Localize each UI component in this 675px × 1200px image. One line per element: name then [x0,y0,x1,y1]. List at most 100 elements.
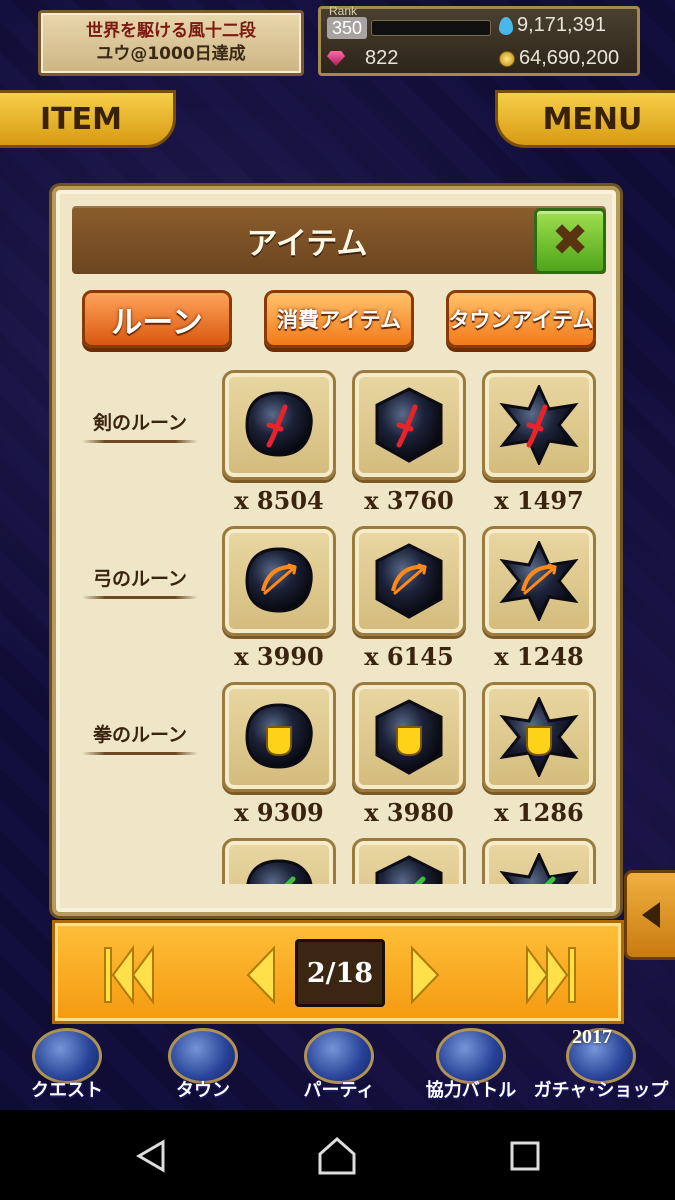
rune-item[interactable]: x 3980 [352,682,466,838]
prev-page-button[interactable] [241,943,281,1007]
item-button[interactable]: ITEM [0,90,176,148]
rune-item[interactable]: x 3760 [352,370,466,526]
side-panel-toggle[interactable] [624,870,675,960]
row-label-underline [82,752,198,755]
rune-quantity: x 1286 [494,798,584,827]
rune-item-frame [352,682,466,792]
nav-town-label: タウン [176,1080,230,1101]
rank-label: Rank [329,4,358,18]
dialog-header: アイテム [72,206,606,274]
menu-button[interactable]: MENU [495,90,675,148]
last-page-button[interactable] [521,943,581,1007]
rune-item[interactable] [352,838,466,884]
nav-coop-battle-label: 協力バトル [425,1080,517,1101]
rank-exp-bar [371,20,491,36]
rune-quantity: x 9309 [234,798,324,827]
next-page-icon [411,945,440,1005]
rune-item[interactable]: x 3990 [222,526,336,682]
nav-gacha-shop-label: ガチャ･ショップ [533,1080,669,1101]
page-indicator: 2/18 [295,939,385,1007]
fist-rune-icon [499,697,579,777]
resource-panel: Rank 350 9,171,391 822 64,690,200 [318,4,640,76]
rune-item-frame [222,526,336,636]
rune-item-frame [222,682,336,792]
close-button[interactable]: ✖ [534,208,606,274]
arrow-left-icon [642,902,660,928]
rune-row: 拳のルーン x 9309 x 3980 x 1286 [72,682,606,838]
bow-rune-icon [499,541,579,621]
recents-button[interactable] [500,1134,550,1178]
nav-quest[interactable]: クエスト [2,1024,132,1110]
nav-coop-battle[interactable]: 協力バトル [406,1024,536,1110]
recents-square-icon [510,1141,540,1171]
rune-item[interactable]: x 6145 [352,526,466,682]
item-dialog: アイテム ✖ ルーン 消費アイテム タウンアイテム 剣のルーン x 8504 x 3… [52,186,620,916]
close-icon: ✖ [551,215,589,266]
back-button[interactable] [126,1134,176,1178]
spear-rune-icon [499,853,579,884]
rune-item[interactable]: x 1497 [482,370,596,526]
rune-item[interactable]: x 1286 [482,682,596,838]
bow-rune-icon [245,547,313,613]
system-navigation-bar [0,1110,675,1200]
rune-row: 剣のルーン x 8504 x 3760 x 1497 [72,370,606,526]
rune-quantity: x 6145 [364,642,454,671]
rune-quantity: x 3760 [364,486,454,515]
rank-value: 350 [327,17,367,39]
rune-quantity: x 3990 [234,642,324,671]
coin-count: 64,690,200 [519,47,620,69]
row-label-underline [82,440,198,443]
nav-party[interactable]: パーティ [274,1024,404,1110]
rune-item-frame [482,838,596,884]
nav-quest-label: クエスト [31,1080,103,1101]
last-page-icon [526,944,576,1006]
player-title: 世界を駆ける風十二段 [86,21,256,41]
rune-item[interactable]: x 8504 [222,370,336,526]
rune-list[interactable]: 剣のルーン x 8504 x 3760 x 1497 弓のルーン x 3990 x 6145… [72,370,606,884]
row-label-underline [82,596,198,599]
tab-consumable-items[interactable]: 消費アイテム [264,290,414,348]
rune-item[interactable] [482,838,596,884]
first-page-button[interactable] [99,943,159,1007]
rune-item[interactable] [222,838,336,884]
rune-row-label: 剣のルーン [92,412,188,434]
rune-item-frame [352,838,466,884]
tab-town-items[interactable]: タウンアイテム [446,290,596,348]
water-drop-icon [499,16,513,35]
rune-row: 弓のルーン x 3990 x 6145 x 1248 [72,526,606,682]
rune-row-label: 弓のルーン [92,568,188,590]
back-triangle-icon [136,1139,165,1173]
player-title-plate[interactable]: 世界を駆ける風十二段 ユウ@1000日達成 [38,10,304,76]
fist-rune-icon [245,703,313,769]
nav-party-label: パーティ [303,1080,375,1101]
fist-rune-icon [375,699,443,775]
rune-item-frame [352,370,466,480]
tab-rune[interactable]: ルーン [82,290,232,348]
home-button[interactable] [312,1134,362,1178]
nav-town[interactable]: タウン [138,1024,268,1110]
rune-item[interactable]: x 1248 [482,526,596,682]
sword-rune-icon [499,385,579,465]
rune-item[interactable]: x 9309 [222,682,336,838]
spear-rune-icon [375,855,443,884]
coin-icon [499,50,515,67]
rune-item-frame [482,682,596,792]
next-page-button[interactable] [405,943,445,1007]
rune-item-frame [352,526,466,636]
sword-rune-icon [375,387,443,463]
bow-rune-icon [375,543,443,619]
rune-item-frame [222,838,336,884]
sword-rune-icon [245,391,313,457]
water-count: 9,171,391 [517,14,606,36]
bottom-navigation: クエスト タウン パーティ 協力バトル ガチャ･ショップ 2017 [0,1024,675,1110]
player-name: ユウ@1000日達成 [96,44,246,64]
rune-row [72,838,606,884]
rune-quantity: x 1497 [494,486,584,515]
event-year-badge: 2017 [572,1026,612,1048]
prev-page-icon [246,945,275,1005]
rune-item-frame [482,526,596,636]
rune-row-label: 拳のルーン [92,724,188,746]
rune-quantity: x 1248 [494,642,584,671]
gem-icon [327,51,345,66]
rune-item-frame [482,370,596,480]
